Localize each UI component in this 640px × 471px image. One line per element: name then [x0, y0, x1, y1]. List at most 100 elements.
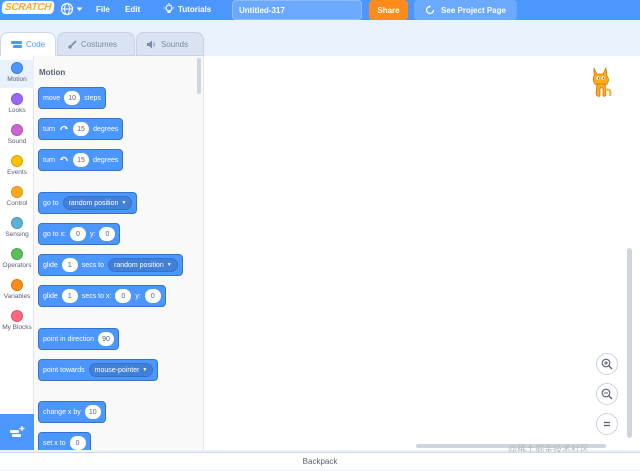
sound-color-dot	[11, 124, 23, 136]
code-workspace[interactable]	[204, 56, 640, 450]
category-label: Looks	[8, 107, 26, 114]
refresh-icon	[425, 5, 435, 15]
block-text: glide	[43, 292, 58, 300]
category-looks[interactable]: Looks	[0, 93, 34, 114]
secs-input[interactable]: 1	[61, 289, 78, 303]
direction-input[interactable]: 90	[97, 332, 114, 346]
block-text: degrees	[93, 156, 119, 164]
speaker-icon	[147, 40, 155, 48]
equals-icon	[604, 421, 610, 427]
block-point-in-direction[interactable]: point in direction 90	[38, 328, 119, 350]
category-variables[interactable]: Variables	[0, 279, 34, 300]
glide-target-dropdown[interactable]: random position ▼	[107, 258, 178, 272]
category-label: My Blocks	[2, 324, 32, 331]
file-menu[interactable]: File	[96, 5, 110, 14]
tutorials-button[interactable]: Tutorials	[163, 3, 211, 15]
palette-scrollbar[interactable]	[197, 58, 201, 94]
palette-section-title: Motion	[39, 68, 66, 77]
category-my-blocks[interactable]: My Blocks	[0, 310, 34, 331]
block-glide-xy[interactable]: glide 1 secs to x: 0 y: 0	[38, 285, 166, 307]
category-operators[interactable]: Operators	[0, 248, 34, 269]
category-label: Motion	[7, 76, 27, 83]
block-turn-right[interactable]: turn 15 degrees	[38, 118, 124, 140]
rotate-left-icon	[60, 156, 68, 162]
zoom-in-button[interactable]	[596, 353, 618, 375]
edit-menu[interactable]: Edit	[125, 5, 140, 14]
category-label: Control	[6, 200, 28, 207]
tab-sounds[interactable]: Sounds	[136, 32, 204, 56]
control-color-dot	[11, 186, 23, 198]
degrees-input[interactable]: 15	[73, 122, 90, 136]
block-turn-left[interactable]: turn 15 degrees	[38, 149, 124, 171]
y-input[interactable]: 0	[99, 227, 116, 241]
x-input[interactable]: 0	[69, 227, 86, 241]
brush-icon	[68, 39, 77, 49]
tab-costumes[interactable]: Costumes	[57, 32, 135, 56]
my-blocks-color-dot	[11, 310, 23, 322]
block-text: secs to x:	[81, 292, 112, 300]
block-set-x[interactable]: set x to 0	[38, 432, 91, 450]
category-sound[interactable]: Sound	[0, 124, 34, 145]
block-text: change x by	[43, 408, 81, 416]
block-glide-to[interactable]: glide 1 secs to random position ▼	[38, 254, 183, 276]
scratch-logo[interactable]: SCRATCH	[1, 1, 55, 14]
dropdown-value: random position	[68, 199, 119, 207]
block-go-to[interactable]: go to random position ▼	[38, 192, 138, 214]
dropdown-value: random position	[113, 261, 164, 269]
block-text: point in direction	[43, 335, 94, 343]
y-input[interactable]: 0	[144, 289, 161, 303]
add-extension-button[interactable]	[0, 414, 34, 450]
go-to-target-dropdown[interactable]: random position ▼	[62, 196, 133, 210]
category-label: Sensing	[5, 231, 29, 238]
block-text: go to x:	[43, 230, 66, 238]
variables-color-dot	[11, 279, 23, 291]
rotate-right-icon	[60, 125, 69, 131]
block-text: set x to	[43, 439, 66, 447]
category-sensing[interactable]: Sensing	[0, 217, 34, 238]
block-text: secs to	[81, 261, 104, 269]
extension-icon	[10, 426, 25, 437]
tab-costumes-label: Costumes	[81, 39, 118, 49]
block-text: steps	[84, 94, 101, 102]
change-x-input[interactable]: 10	[84, 405, 101, 419]
degrees-input[interactable]: 15	[73, 153, 90, 167]
point-towards-dropdown[interactable]: mouse-pointer ▼	[88, 363, 154, 377]
block-palette: Motion move 10 steps turn 15 degrees tur…	[34, 56, 204, 450]
caret-down-icon: ▼	[166, 262, 172, 268]
block-point-towards[interactable]: point towards mouse-pointer ▼	[38, 359, 159, 381]
dropdown-value: mouse-pointer	[94, 366, 140, 374]
operators-color-dot	[11, 248, 23, 260]
category-label: Events	[7, 169, 27, 176]
zoom-out-icon	[601, 388, 613, 400]
backpack-bar[interactable]: Backpack	[0, 452, 640, 470]
block-text: turn	[43, 156, 56, 164]
category-label: Sound	[7, 138, 27, 145]
x-input[interactable]: 0	[115, 289, 132, 303]
steps-input[interactable]: 10	[64, 91, 81, 105]
set-x-input[interactable]: 0	[69, 436, 86, 450]
zoom-reset-button[interactable]	[596, 413, 618, 435]
tab-code[interactable]: Code	[0, 32, 56, 56]
block-go-to-xy[interactable]: go to x: 0 y: 0	[38, 223, 121, 245]
language-menu[interactable]	[60, 2, 83, 16]
secs-input[interactable]: 1	[61, 258, 78, 272]
block-change-x[interactable]: change x by 10	[38, 401, 106, 423]
block-text: y:	[89, 230, 96, 238]
category-motion[interactable]: Motion	[0, 60, 34, 88]
category-control[interactable]: Control	[0, 186, 34, 207]
block-text: move	[43, 94, 61, 102]
block-text: degrees	[93, 125, 119, 133]
block-move-steps[interactable]: move 10 steps	[38, 87, 106, 109]
zoom-out-button[interactable]	[596, 383, 618, 405]
sprite-cat-icon	[588, 66, 614, 107]
share-button[interactable]: Share	[369, 0, 408, 20]
see-project-page-button[interactable]: See Project Page	[414, 0, 517, 20]
tutorials-label: Tutorials	[178, 4, 212, 14]
category-events[interactable]: Events	[0, 155, 34, 176]
project-title-input[interactable]	[232, 0, 362, 20]
block-text: point towards	[43, 366, 85, 374]
lightbulb-icon	[163, 3, 175, 13]
block-text: go to	[43, 199, 59, 207]
tab-code-label: Code	[26, 40, 46, 49]
workspace-vertical-scrollbar[interactable]	[627, 248, 632, 438]
